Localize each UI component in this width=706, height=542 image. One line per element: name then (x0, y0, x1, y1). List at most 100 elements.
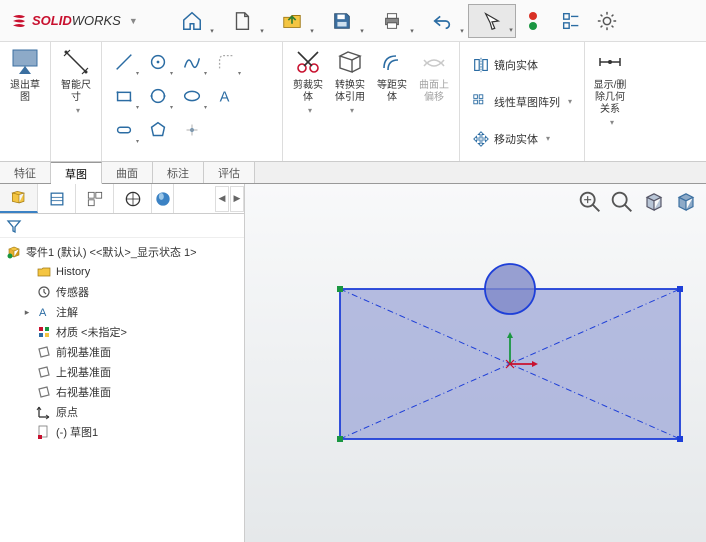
linear-pattern-button[interactable]: 线性草图阵列▾ (466, 90, 578, 114)
property-tab[interactable] (38, 184, 76, 213)
mirror-button[interactable]: 镜向实体 (466, 53, 578, 77)
scroll-right-button[interactable]: ▶ (230, 186, 244, 212)
text-tool[interactable]: A (210, 80, 242, 112)
chevron-down-icon[interactable]: ▼ (129, 16, 138, 26)
slot-tool[interactable]: ▾ (108, 114, 140, 146)
tree-label: 原点 (56, 404, 78, 420)
sketch-icon (36, 424, 52, 440)
display-group: 显示/删除几何关系▾ (585, 42, 635, 161)
open-button[interactable]: ▾ (268, 4, 316, 38)
command-tabs: 特征 草图 曲面 标注 评估 (0, 162, 706, 184)
tree-item-origin[interactable]: 原点 (2, 402, 242, 422)
tree-label: 传感器 (56, 284, 89, 300)
offset-button[interactable]: 等距实体 (371, 44, 413, 117)
feature-manager: ◀ ▶ 零件1 (默认) <<默认>_显示状态 1> History 传感器 (0, 184, 245, 542)
scroll-left-button[interactable]: ◀ (215, 186, 229, 212)
tree-label: History (56, 266, 90, 278)
perimeter-circle-tool[interactable]: ▾ (142, 80, 174, 112)
exit-sketch-button[interactable]: 退出草图 (4, 44, 46, 159)
tree-item-front-plane[interactable]: 前视基准面 (2, 342, 242, 362)
select-button[interactable]: ▾ (468, 4, 516, 38)
tree-label: 材质 <未指定> (56, 324, 127, 340)
line-tool[interactable]: ▾ (108, 46, 140, 78)
feature-tree-tab[interactable] (0, 184, 38, 213)
feature-tree: 零件1 (默认) <<默认>_显示状态 1> History 传感器 ▸ A 注… (0, 238, 244, 446)
blank-tool-3 (244, 114, 276, 146)
traffic-light-icon[interactable] (518, 4, 552, 38)
expand-icon[interactable]: ▸ (22, 307, 32, 318)
dim-tab[interactable] (114, 184, 152, 213)
svg-text:A: A (220, 90, 230, 106)
ellipse-tool[interactable]: ▾ (176, 80, 208, 112)
circle-tool[interactable]: ▾ (142, 46, 174, 78)
sketch-tools-group: ▾ ▾ ▾ ▾ ▾ ▾ ▾ A ▾ (102, 42, 283, 161)
tree-label: 注解 (56, 304, 78, 320)
equation-tool (244, 46, 276, 78)
graphics-viewport[interactable] (245, 184, 706, 542)
smart-dimension-button[interactable]: 智能尺寸 ▾ (55, 44, 97, 159)
display-relations-button[interactable]: 显示/删除几何关系▾ (589, 44, 631, 159)
filter-icon[interactable] (6, 218, 22, 234)
tree-item-sensors[interactable]: 传感器 (2, 282, 242, 302)
rectangle-tool[interactable]: ▾ (108, 80, 140, 112)
home-button[interactable]: ▾ (168, 4, 216, 38)
body: ◀ ▶ 零件1 (默认) <<默认>_显示状态 1> History 传感器 (0, 184, 706, 542)
options-button[interactable] (554, 4, 588, 38)
filter-row (0, 214, 244, 238)
save-button[interactable]: ▾ (318, 4, 366, 38)
origin-icon (36, 404, 52, 420)
tree-label: 上视基准面 (56, 364, 111, 380)
menu-bar: SOLIDWORKS ▼ ▾ ▾ ▾ ▾ ▾ ▾ ▾ (0, 0, 706, 42)
chevron-down-icon[interactable]: ▾ (76, 106, 80, 115)
trim-button[interactable]: 剪裁实体▾ (287, 44, 329, 117)
print-button[interactable]: ▾ (368, 4, 416, 38)
ribbon: 退出草图 智能尺寸 ▾ ▾ ▾ ▾ ▾ ▾ ▾ ▾ A ▾ (0, 42, 706, 162)
transform-group: 镜向实体 线性草图阵列▾ 移动实体▾ (460, 42, 585, 161)
blank-tool-1 (244, 80, 276, 112)
exit-sketch-group: 退出草图 (0, 42, 51, 161)
tree-label: (-) 草图1 (56, 424, 98, 440)
sidebar-tabs: ◀ ▶ (0, 184, 244, 214)
appearance-tab[interactable] (152, 184, 174, 213)
tree-root-label: 零件1 (默认) <<默认>_显示状态 1> (26, 244, 197, 260)
app-logo[interactable]: SOLIDWORKS ▼ (0, 12, 148, 30)
tree-item-material[interactable]: 材质 <未指定> (2, 322, 242, 342)
plane-icon (36, 384, 52, 400)
convert-button[interactable]: 转换实体引用▾ (329, 44, 371, 117)
tab-sketch[interactable]: 草图 (51, 162, 102, 184)
tab-annotate[interactable]: 标注 (153, 162, 204, 183)
tree-label: 右视基准面 (56, 384, 111, 400)
ds-logo-icon (10, 12, 28, 30)
sensor-icon (36, 284, 52, 300)
tab-features[interactable]: 特征 (0, 162, 51, 183)
svg-text:A: A (39, 307, 47, 319)
fillet-tool[interactable]: ▾ (210, 46, 242, 78)
tree-item-annotations[interactable]: ▸ A 注解 (2, 302, 242, 322)
logo-text: SOLIDWORKS (32, 13, 121, 28)
undo-button[interactable]: ▾ (418, 4, 466, 38)
polygon-tool[interactable] (142, 114, 174, 146)
spline-tool[interactable]: ▾ (176, 46, 208, 78)
surface-offset-button: 曲面上偏移 (413, 44, 455, 117)
tab-evaluate[interactable]: 评估 (204, 162, 255, 183)
tree-item-sketch1[interactable]: (-) 草图1 (2, 422, 242, 442)
sketch-canvas[interactable] (245, 184, 706, 542)
tree-item-right-plane[interactable]: 右视基准面 (2, 382, 242, 402)
smart-dimension-group: 智能尺寸 ▾ (51, 42, 102, 161)
plane-icon (36, 364, 52, 380)
config-tab[interactable] (76, 184, 114, 213)
tree-item-top-plane[interactable]: 上视基准面 (2, 362, 242, 382)
quick-access-toolbar: ▾ ▾ ▾ ▾ ▾ ▾ ▾ (168, 4, 624, 38)
point-tool[interactable] (176, 114, 208, 146)
part-icon (6, 244, 22, 260)
move-button[interactable]: 移动实体▾ (466, 127, 578, 151)
tree-item-history[interactable]: History (2, 262, 242, 282)
new-button[interactable]: ▾ (218, 4, 266, 38)
settings-button[interactable] (590, 4, 624, 38)
folder-icon (36, 264, 52, 280)
plane-icon (36, 344, 52, 360)
modify-group: 剪裁实体▾ 转换实体引用▾ 等距实体 曲面上偏移 (283, 42, 460, 161)
tree-root[interactable]: 零件1 (默认) <<默认>_显示状态 1> (2, 242, 242, 262)
tab-surface[interactable]: 曲面 (102, 162, 153, 183)
blank-tool-2 (210, 114, 242, 146)
